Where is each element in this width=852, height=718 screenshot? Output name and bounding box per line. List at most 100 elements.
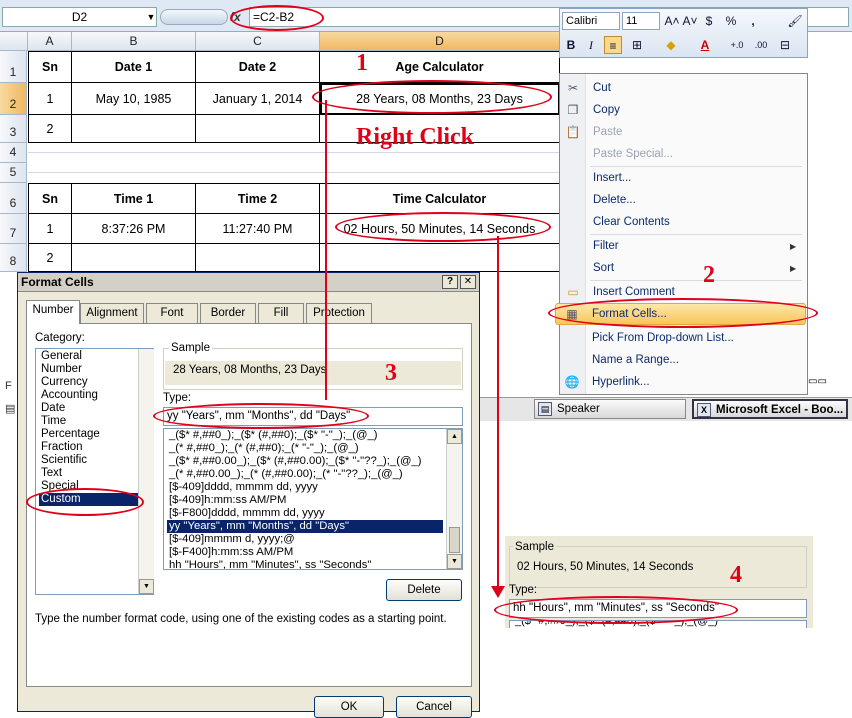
menu-item-delete[interactable]: Delete... [593, 191, 636, 209]
table-header-cell[interactable]: Date 1 [72, 51, 196, 83]
row-header[interactable]: 4 [0, 143, 27, 163]
type-list-scrollbar[interactable]: ▲ ▼ [446, 429, 462, 569]
menu-item-filter[interactable]: Filter [593, 237, 619, 255]
list-item[interactable]: [$-409]mmmm d, yyyy;@ [167, 533, 443, 546]
row-header[interactable]: 6 [0, 183, 27, 214]
list-item[interactable]: Percentage [39, 428, 102, 441]
category-list[interactable]: General Number Currency Accounting Date … [35, 348, 154, 595]
column-header-d[interactable]: D [320, 32, 560, 51]
table-header-cell[interactable]: Time 2 [196, 183, 320, 214]
font-color-icon[interactable]: A [696, 36, 714, 54]
ok-button[interactable]: OK [314, 696, 384, 718]
borders-icon[interactable]: ⊞ [628, 36, 646, 54]
scroll-thumb[interactable] [449, 527, 460, 553]
row-header[interactable]: 3 [0, 115, 27, 143]
insert-function-icon[interactable]: fx [230, 8, 248, 26]
menu-item-name-range[interactable]: Name a Range... [592, 351, 679, 369]
font-name-box[interactable]: Calibri [562, 12, 620, 30]
bold-icon[interactable]: B [562, 36, 580, 54]
font-size-box[interactable]: 11 [622, 12, 660, 30]
table-cell[interactable] [196, 244, 320, 272]
tab-fill[interactable]: Fill [258, 303, 304, 323]
list-item[interactable]: Date [39, 402, 67, 415]
list-item[interactable]: [$-F400]h:mm:ss AM/PM [167, 546, 443, 559]
table-header-cell[interactable]: Time 1 [72, 183, 196, 214]
list-item[interactable]: _(* #,##0.00_);_(* (#,##0.00);_(* "-"??_… [167, 468, 443, 481]
table-cell[interactable] [72, 244, 196, 272]
scroll-up-icon[interactable]: ▲ [447, 429, 462, 444]
scroll-down-icon[interactable]: ▼ [139, 579, 154, 594]
cancel-button[interactable]: Cancel [396, 696, 472, 718]
column-header-c[interactable]: C [196, 32, 320, 51]
table-cell[interactable]: May 10, 1985 [72, 83, 196, 115]
row-header[interactable]: 7 [0, 214, 27, 244]
window-controls-icon[interactable]: ▭▭ [808, 376, 848, 390]
menu-item-format-cells[interactable]: Format Cells... [592, 305, 667, 323]
menu-item-pick-from-list[interactable]: Pick From Drop-down List... [592, 329, 734, 347]
tab-font[interactable]: Font [146, 303, 198, 323]
list-item[interactable]: Special [39, 480, 81, 493]
italic-icon[interactable]: I [582, 36, 600, 54]
tab-border[interactable]: Border [200, 303, 256, 323]
currency-icon[interactable]: $ [700, 12, 718, 30]
list-item[interactable]: _($* #,##0_);_($* (#,##0);_($* "-"_);_(@… [513, 621, 793, 628]
list-item[interactable]: [$-409]dddd, mmmm dd, yyyy [167, 481, 443, 494]
list-item[interactable]: _($* #,##0_);_($* (#,##0);_($* "-"_);_(@… [167, 429, 443, 442]
table-cell[interactable]: 1 [28, 214, 72, 244]
list-item-selected[interactable]: Custom [39, 493, 141, 506]
table-header-cell[interactable]: Sn [28, 51, 72, 83]
taskbar-speaker-button[interactable]: ▤ Speaker [534, 399, 686, 419]
list-item[interactable]: Accounting [39, 389, 100, 402]
list-item[interactable]: Currency [39, 376, 90, 389]
menu-item-cut[interactable]: Cut [593, 79, 611, 97]
table-header-cell[interactable]: Sn [28, 183, 72, 214]
align-center-icon[interactable]: ≡ [604, 36, 622, 54]
row-header[interactable]: 1 [0, 51, 27, 83]
table-cell[interactable]: 1 [28, 83, 72, 115]
column-header-a[interactable]: A [28, 32, 72, 51]
type-input[interactable]: hh "Hours", mm "Minutes", ss "Seconds" [509, 599, 807, 618]
active-cell-d2[interactable]: 28 Years, 08 Months, 23 Days [320, 83, 560, 115]
list-item[interactable]: _(* #,##0_);_(* (#,##0);_(* "-"_);_(@_) [167, 442, 443, 455]
taskbar-excel-button[interactable]: X Microsoft Excel - Boo... [692, 399, 848, 419]
format-painter-icon[interactable]: 🖌 [786, 12, 804, 30]
list-item[interactable]: Scientific [39, 454, 89, 467]
tab-protection[interactable]: Protection [306, 303, 372, 323]
menu-item-copy[interactable]: Copy [593, 101, 620, 119]
list-item[interactable]: [$-409]h:mm:ss AM/PM [167, 494, 443, 507]
percent-icon[interactable]: % [722, 12, 740, 30]
table-cell[interactable]: 2 [28, 115, 72, 143]
row-header[interactable]: 2 [0, 83, 27, 115]
type-list[interactable]: _($* #,##0_);_($* (#,##0);_($* "-"_);_(@… [509, 620, 807, 628]
menu-item-paste[interactable]: Paste [593, 123, 622, 141]
list-item[interactable]: _($* #,##0.00_);_($* (#,##0.00);_($* "-"… [167, 455, 443, 468]
menu-item-hyperlink[interactable]: Hyperlink... [592, 373, 650, 391]
menu-item-paste-special[interactable]: Paste Special... [593, 145, 673, 163]
table-header-cell[interactable]: Time Calculator [320, 183, 560, 214]
table-cell[interactable]: 2 [28, 244, 72, 272]
menu-item-sort[interactable]: Sort [593, 259, 614, 277]
table-cell[interactable]: 02 Hours, 50 Minutes, 14 Seconds [320, 214, 560, 244]
row-header[interactable]: 5 [0, 163, 27, 183]
table-header-cell[interactable]: Date 2 [196, 51, 320, 83]
tab-number[interactable]: Number [26, 300, 80, 324]
chevron-down-icon[interactable]: ▼ [144, 7, 158, 27]
list-item[interactable]: Fraction [39, 441, 85, 454]
table-cell[interactable]: 8:37:26 PM [72, 214, 196, 244]
list-item[interactable]: Time [39, 415, 68, 428]
help-button[interactable]: ? [442, 275, 458, 289]
merge-center-icon[interactable]: ⊟ [776, 36, 794, 54]
column-header-b[interactable]: B [72, 32, 196, 51]
name-box[interactable]: D2 [2, 7, 157, 27]
list-item[interactable]: Number [39, 363, 84, 376]
menu-item-clear-contents[interactable]: Clear Contents [593, 213, 670, 231]
category-scrollbar[interactable]: ▼ [138, 349, 154, 594]
formula-bar-splitter[interactable] [160, 9, 228, 25]
list-item[interactable]: hh "Hours", mm "Minutes", ss "Seconds" [167, 559, 443, 569]
list-item-selected[interactable]: yy "Years", mm "Months", dd "Days" [167, 520, 443, 533]
table-cell[interactable] [320, 244, 560, 272]
type-input[interactable]: yy "Years", mm "Months", dd "Days" [163, 407, 463, 426]
scroll-down-icon[interactable]: ▼ [447, 554, 462, 569]
delete-button[interactable]: Delete [386, 579, 462, 601]
list-item[interactable]: [$-F800]dddd, mmmm dd, yyyy [167, 507, 443, 520]
